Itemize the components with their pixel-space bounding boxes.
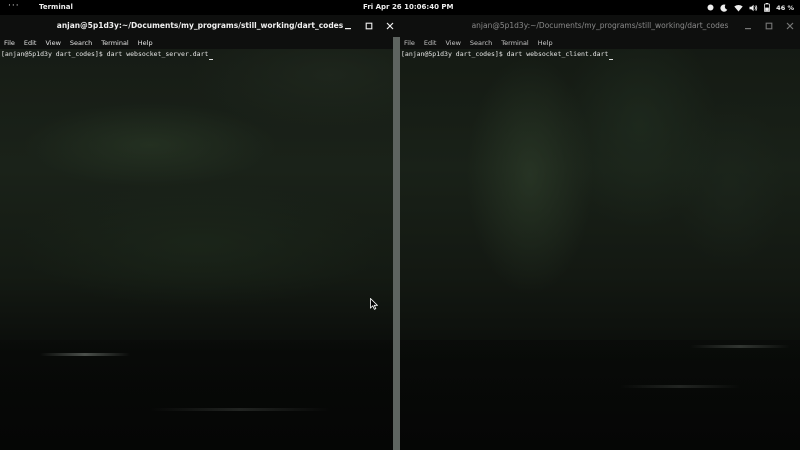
menu-help[interactable]: Help bbox=[138, 39, 153, 47]
terminal-output[interactable]: [anjan@5p1d3y dart_codes]$ dart websocke… bbox=[1, 49, 214, 60]
wallpaper-city-lights bbox=[690, 345, 790, 348]
text-cursor bbox=[609, 59, 614, 60]
prompt-line: [anjan@5p1d3y dart_codes]$ dart websocke… bbox=[1, 50, 209, 58]
menu-file[interactable]: File bbox=[404, 39, 415, 47]
close-icon[interactable] bbox=[785, 22, 794, 31]
mouse-pointer-icon bbox=[370, 295, 379, 314]
menu-bar: File Edit View Search Terminal Help bbox=[0, 37, 393, 49]
window-controls bbox=[343, 15, 394, 37]
window-controls bbox=[743, 15, 794, 37]
menu-bar: File Edit View Search Terminal Help bbox=[400, 37, 800, 49]
prompt-line: [anjan@5p1d3y dart_codes]$ dart websocke… bbox=[401, 50, 609, 58]
minimize-icon[interactable] bbox=[343, 22, 352, 31]
menu-file[interactable]: File bbox=[4, 39, 15, 47]
maximize-icon[interactable] bbox=[764, 22, 773, 31]
terminal-background-left bbox=[0, 15, 393, 450]
app-menu[interactable]: Terminal bbox=[39, 0, 73, 15]
menu-terminal[interactable]: Terminal bbox=[501, 39, 528, 47]
system-tray[interactable]: 46 % bbox=[707, 0, 794, 15]
menu-edit[interactable]: Edit bbox=[424, 39, 437, 47]
close-icon[interactable] bbox=[385, 22, 394, 31]
wallpaper-city-lights bbox=[40, 353, 130, 356]
wallpaper-reflection bbox=[620, 385, 740, 388]
battery-percentage: 46 % bbox=[776, 3, 794, 12]
window-title: anjan@5p1d3y:~/Documents/my_programs/sti… bbox=[56, 21, 344, 30]
volume-icon bbox=[749, 4, 758, 12]
text-cursor bbox=[209, 59, 214, 60]
clock[interactable]: Fri Apr 26 10:06:40 PM bbox=[363, 0, 453, 15]
activities-button[interactable]: ··· bbox=[8, 0, 20, 15]
terminal-output[interactable]: [anjan@5p1d3y dart_codes]$ dart websocke… bbox=[401, 49, 614, 60]
record-indicator-icon bbox=[707, 4, 714, 11]
top-bar: ··· Terminal Fri Apr 26 10:06:40 PM 46 % bbox=[0, 0, 800, 15]
window-title-bar[interactable]: anjan@5p1d3y:~/Documents/my_programs/sti… bbox=[400, 15, 800, 37]
window-title-bar[interactable]: anjan@5p1d3y:~/Documents/my_programs/sti… bbox=[0, 15, 400, 37]
terminal-background-right bbox=[400, 15, 800, 450]
menu-search[interactable]: Search bbox=[70, 39, 92, 47]
minimize-icon[interactable] bbox=[743, 22, 752, 31]
wallpaper-ground bbox=[0, 340, 393, 450]
menu-terminal[interactable]: Terminal bbox=[101, 39, 128, 47]
wallpaper-reflection bbox=[150, 408, 330, 411]
menu-view[interactable]: View bbox=[445, 39, 460, 47]
battery-icon bbox=[764, 3, 771, 12]
menu-search[interactable]: Search bbox=[470, 39, 492, 47]
wifi-icon bbox=[734, 4, 743, 12]
menu-edit[interactable]: Edit bbox=[24, 39, 37, 47]
menu-help[interactable]: Help bbox=[538, 39, 553, 47]
wallpaper-ground bbox=[400, 340, 800, 450]
window-title: anjan@5p1d3y:~/Documents/my_programs/sti… bbox=[471, 21, 729, 30]
night-light-icon bbox=[720, 3, 728, 12]
maximize-icon[interactable] bbox=[364, 22, 373, 31]
window-divider[interactable] bbox=[393, 15, 400, 450]
menu-view[interactable]: View bbox=[45, 39, 60, 47]
